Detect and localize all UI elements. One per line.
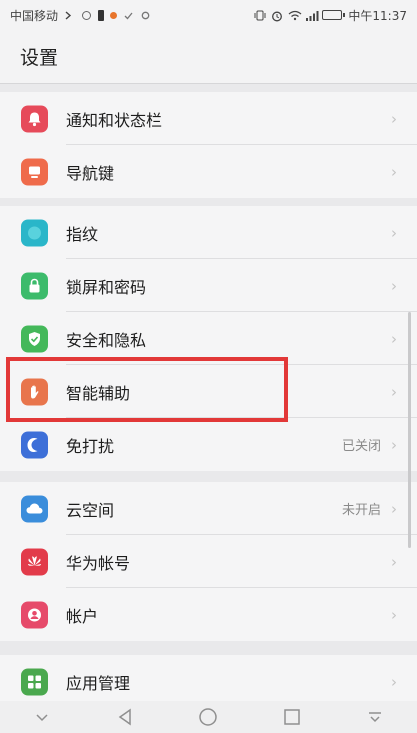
settings-item-label: 应用管理 (66, 673, 131, 693)
settings-item-value: 已关闭 (341, 439, 381, 454)
listen-icon (64, 10, 75, 21)
settings-item-label: 帐户 (66, 606, 99, 626)
chevron-right-icon: › (391, 382, 397, 401)
settings-item-value: 未开启 (341, 503, 381, 518)
settings-item-do-not-disturb[interactable]: 免打扰 已关闭 › (0, 418, 417, 471)
chevron-right-icon: › (391, 552, 397, 571)
recents-icon[interactable] (272, 705, 312, 729)
app-badge-icon (110, 11, 118, 19)
settings-group-accounts: 云空间 未开启 › 华为帐号 › 帐户 › (0, 482, 417, 641)
settings-item-label: 指纹 (66, 224, 99, 244)
settings-item-lock-screen[interactable]: 锁屏和密码 › (0, 259, 417, 312)
chevron-right-icon: › (391, 672, 397, 691)
chevron-right-icon: › (391, 276, 397, 295)
bell-icon (21, 105, 48, 132)
chevron-right-icon: › (391, 329, 397, 348)
apps-icon (21, 668, 48, 695)
fingerprint-icon (21, 219, 48, 246)
moon-icon (21, 431, 48, 458)
notification-pulldown-icon[interactable] (355, 705, 395, 729)
settings-item-huawei-account[interactable]: 华为帐号 › (0, 535, 417, 588)
settings-item-label: 云空间 (66, 500, 115, 520)
settings-item-notifications[interactable]: 通知和状态栏 › (0, 92, 417, 145)
carrier-label: 中国移动 (10, 8, 59, 23)
settings-item-label: 免打扰 (66, 436, 115, 456)
app-check-icon (123, 10, 134, 21)
highlight-box (6, 357, 288, 422)
chevron-right-icon: › (391, 605, 397, 624)
cloud-icon (21, 495, 48, 522)
chevron-right-icon: › (391, 109, 397, 128)
back-icon[interactable] (105, 705, 145, 729)
settings-item-cloud[interactable]: 云空间 未开启 › (0, 482, 417, 535)
settings-item-fingerprint[interactable]: 指纹 › (0, 206, 417, 259)
lock-icon (21, 272, 48, 299)
navigation-key-icon (21, 158, 48, 185)
chevron-right-icon: › (391, 435, 397, 454)
huawei-icon (21, 548, 48, 575)
chevron-right-icon: › (391, 223, 397, 242)
settings-item-label: 安全和隐私 (66, 330, 147, 350)
status-time: 中午11:37 (348, 8, 407, 23)
header: 设置 (0, 30, 417, 84)
settings-status-icon (140, 10, 151, 21)
settings-item-label: 通知和状态栏 (66, 110, 163, 130)
collapse-icon[interactable] (22, 705, 62, 729)
scrollbar[interactable] (408, 312, 411, 548)
settings-group-notifications: 通知和状态栏 › 导航键 › (0, 92, 417, 198)
chevron-right-icon: › (391, 162, 397, 181)
settings-item-label: 锁屏和密码 (66, 277, 147, 297)
signal-icon (305, 10, 319, 21)
account-icon (21, 601, 48, 628)
settings-group-security: 指纹 › 锁屏和密码 › 安全和隐私 › 智能辅助 › 免打扰 已关闭 › (0, 206, 417, 471)
home-icon[interactable] (188, 705, 228, 729)
status-left: 中国移动 (10, 7, 151, 24)
settings-item-label: 导航键 (66, 163, 115, 183)
status-right: 中午11:37 (254, 7, 407, 24)
battery-icon (322, 10, 346, 20)
alarm-icon (271, 10, 283, 21)
settings-item-account[interactable]: 帐户 › (0, 588, 417, 641)
vibrate-icon (254, 10, 266, 21)
settings-item-label: 华为帐号 (66, 553, 131, 573)
page-title: 设置 (20, 47, 59, 69)
wifi-icon (288, 10, 302, 21)
settings-item-navigation-key[interactable]: 导航键 › (0, 145, 417, 198)
navigation-bar (0, 701, 417, 733)
app-notification-icon (98, 9, 105, 21)
shield-icon (21, 325, 48, 352)
status-bar: 中国移动 中午11:37 (0, 0, 417, 30)
chevron-right-icon: › (391, 499, 397, 518)
notification-icon (81, 10, 92, 21)
